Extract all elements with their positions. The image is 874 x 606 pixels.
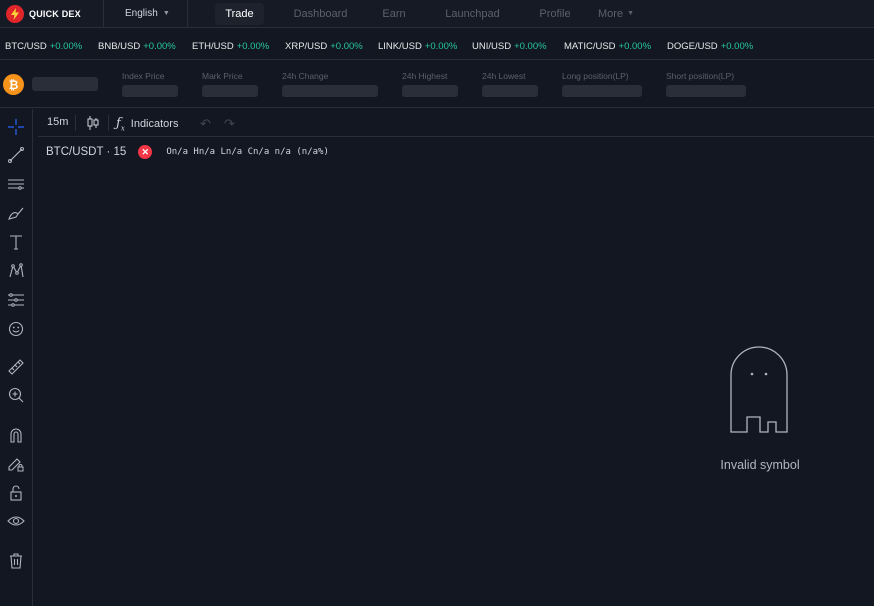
logo-text: QUICK DEX — [29, 8, 81, 19]
logo[interactable]: QUICK DEX — [0, 0, 104, 28]
ghost-icon — [729, 345, 789, 435]
ticker-item[interactable]: XRP/USD +0.00% — [285, 41, 363, 52]
fib-levels-icon[interactable] — [6, 290, 26, 310]
drawing-toolbar — [0, 109, 33, 606]
nav-launchpad[interactable]: Launchpad — [434, 0, 511, 28]
24h-change-label: 24h Change — [282, 71, 329, 81]
long-position-label: Long position(LP) — [562, 71, 629, 81]
nav-dashboard[interactable]: Dashboard — [285, 0, 356, 28]
ticker-item[interactable]: LINK/USD +0.00% — [378, 41, 457, 52]
24h-lowest-value — [482, 85, 538, 97]
chart-legend: BTC/USDT · 15 ✕ On/a Hn/a Ln/a Cn/a n/a … — [46, 145, 329, 159]
language-selector[interactable]: English ▼ — [104, 0, 188, 28]
ticker-bar: BTC/USD +0.00% BNB/USD +0.00% ETH/USD +0.00… — [0, 33, 874, 60]
divider — [108, 115, 109, 131]
chevron-down-icon: ▼ — [162, 10, 170, 17]
crosshair-icon[interactable] — [6, 117, 26, 137]
unlock-icon[interactable] — [6, 483, 26, 503]
lock-drawing-icon[interactable] — [6, 454, 26, 474]
chart-toolbar: 15m ƒx Indicators ↶ ↷ — [38, 109, 874, 137]
interval-selector[interactable]: 15m — [47, 116, 68, 128]
24h-lowest-label: 24h Lowest — [482, 71, 526, 81]
trash-icon[interactable] — [6, 551, 26, 571]
pair-name-placeholder — [32, 77, 98, 91]
ohlc-values: On/a Hn/a Ln/a Cn/a n/a (n/a%) — [166, 147, 329, 157]
brush-icon[interactable] — [6, 203, 26, 223]
lightning-icon — [6, 4, 24, 23]
redo-icon[interactable]: ↷ — [224, 116, 235, 132]
ticker-item[interactable]: UNI/USD +0.00% — [472, 41, 547, 52]
candlestick-icon[interactable] — [86, 115, 100, 131]
mark-price-value — [202, 85, 258, 97]
indicators-label: Indicators — [130, 118, 179, 131]
horizontal-lines-icon[interactable] — [6, 174, 26, 194]
magnet-icon[interactable] — [6, 425, 26, 445]
chevron-down-icon: ▼ — [627, 10, 634, 17]
emoji-icon[interactable] — [6, 319, 26, 339]
nav-profile[interactable]: Profile — [532, 0, 578, 28]
top-navigation-bar: QUICK DEX English ▼ Trade Dashboard Earn… — [0, 0, 874, 28]
symbol-title[interactable]: BTC/USDT · 15 — [46, 146, 126, 158]
ticker-item[interactable]: DOGE/USD +0.00% — [667, 41, 753, 52]
24h-change-value — [282, 85, 378, 97]
ticker-item[interactable]: ETH/USD +0.00% — [192, 41, 269, 52]
nav-trade[interactable]: Trade — [215, 2, 264, 25]
error-icon[interactable]: ✕ — [138, 145, 153, 159]
index-price-value — [122, 85, 178, 97]
function-icon: ƒx — [116, 116, 125, 133]
text-icon[interactable] — [6, 232, 26, 252]
ticker-item[interactable]: MATIC/USD +0.00% — [564, 41, 651, 52]
ticker-item[interactable]: BNB/USD +0.00% — [98, 41, 176, 52]
eye-icon[interactable] — [6, 511, 26, 531]
market-stats: ₿ Index Price Mark Price 24h Change 24h … — [0, 61, 874, 108]
nav-more[interactable]: More ▼ — [594, 0, 638, 28]
index-price-label: Index Price — [122, 71, 165, 81]
invalid-symbol-message: Invalid symbol — [720, 458, 800, 472]
long-position-value — [562, 85, 642, 97]
short-position-value — [666, 85, 746, 97]
pattern-icon[interactable] — [6, 261, 26, 281]
bitcoin-icon: ₿ — [3, 74, 24, 95]
undo-icon[interactable]: ↶ — [200, 116, 211, 132]
language-label: English — [125, 8, 158, 19]
24h-highest-value — [402, 85, 458, 97]
indicators-button[interactable]: ƒx Indicators — [116, 116, 178, 133]
nav-earn[interactable]: Earn — [374, 0, 414, 28]
main-nav: Trade Dashboard Earn Launchpad Profile M… — [188, 0, 638, 28]
mark-price-label: Mark Price — [202, 71, 243, 81]
divider — [75, 115, 76, 131]
ruler-icon[interactable] — [6, 357, 26, 377]
ticker-item[interactable]: BTC/USD +0.00% — [5, 41, 82, 52]
short-position-label: Short position(LP) — [666, 71, 735, 81]
24h-highest-label: 24h Highest — [402, 71, 448, 81]
zoom-in-icon[interactable] — [6, 385, 26, 405]
trend-line-icon[interactable] — [6, 145, 26, 165]
